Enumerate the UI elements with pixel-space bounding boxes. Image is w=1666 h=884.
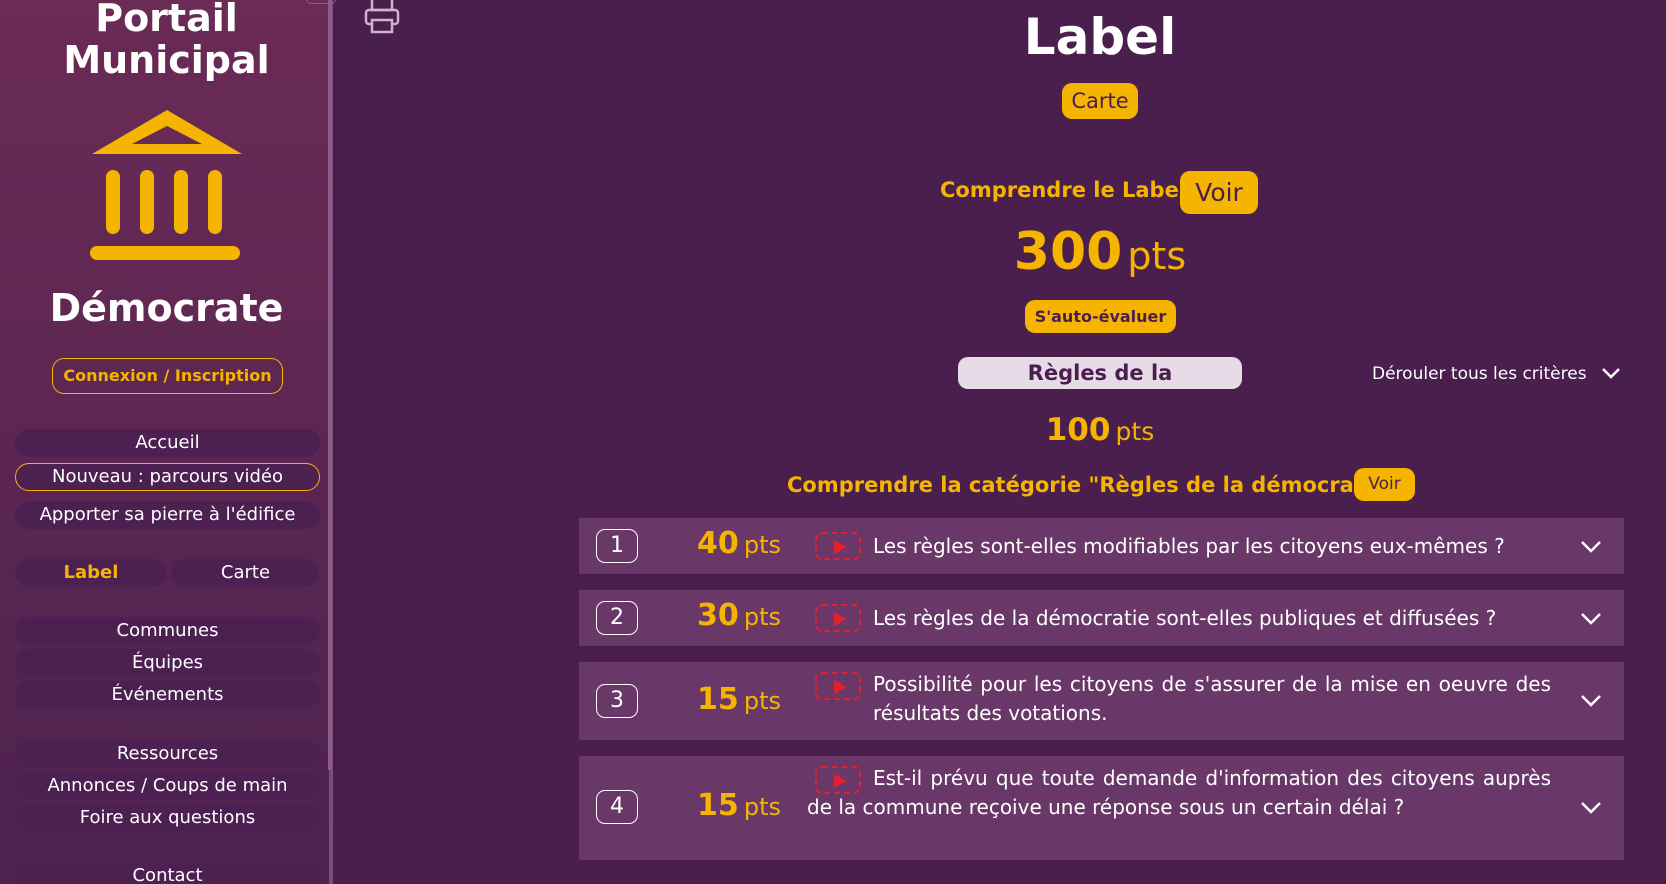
nav-contact[interactable]: Contact [15,862,320,884]
chevron-down-icon [1602,368,1620,379]
criterion-number: 3 [596,684,638,718]
sidebar: Portail Municipal Démocrate Connexion / … [0,0,336,884]
criterion-row[interactable]: 4 15 pts Est-il prévu que toute demande … [579,756,1624,860]
criterion-number: 2 [596,601,638,635]
brand-name: Démocrate [49,286,284,330]
criterion-points: 30 pts [679,598,799,633]
login-register-button[interactable]: Connexion / Inscription [52,358,283,394]
criterion-points: 15 pts [679,788,799,823]
criterion-number: 4 [596,790,638,824]
nav-video-path[interactable]: Nouveau : parcours vidéo [15,463,320,491]
nav-map-tab[interactable]: Carte [172,559,319,587]
portal-title-line1: Portail [95,0,238,40]
total-points-unit: pts [1127,234,1187,278]
criterion-text: Les règles de la démocratie sont-elles p… [873,606,1497,630]
chevron-down-icon[interactable] [1579,539,1603,555]
nav-teams[interactable]: Équipes [15,649,320,677]
nav-contribute[interactable]: Apporter sa pierre à l'édifice [15,501,320,529]
video-play-icon[interactable] [815,672,861,700]
criterion-points-unit: pts [743,531,781,559]
criterion-points-unit: pts [743,603,781,631]
criterion-points: 15 pts [679,682,799,717]
page-title: Label [1023,8,1177,66]
video-play-icon[interactable] [815,604,861,632]
criterion-points-value: 15 [697,788,739,823]
nav-home[interactable]: Accueil [15,429,320,457]
chevron-down-icon[interactable] [1579,611,1603,627]
printer-icon[interactable] [363,0,401,34]
understand-label-text: Comprendre le Label [940,178,1187,202]
town-hall-icon [90,110,242,260]
total-points-value: 300 [1013,222,1123,282]
criterion-number: 1 [596,529,638,563]
criterion-points-value: 40 [697,526,739,561]
map-button[interactable]: Carte [1062,83,1138,119]
expand-all-label: Dérouler tous les critères [1372,364,1587,384]
criterion-row[interactable]: 3 15 pts Possibilité pour les citoyens d… [579,662,1624,740]
view-category-button[interactable]: Voir [1354,468,1415,501]
criterion-text: Les règles sont-elles modifiables par le… [873,534,1505,558]
nav-label-tab[interactable]: Label [15,559,167,587]
criterion-points-value: 30 [697,598,739,633]
nav-faq[interactable]: Foire aux questions [15,804,320,832]
criterion-points-unit: pts [743,793,781,821]
category-points: 100 pts [900,412,1300,448]
criterion-text: Est-il prévu que toute demande d'informa… [807,766,1551,819]
video-play-icon[interactable] [815,532,861,560]
nav-resources[interactable]: Ressources [15,740,320,768]
criterion-row[interactable]: 2 30 pts Les règles de la démocratie son… [579,590,1624,646]
category-points-value: 100 [1045,412,1111,448]
criterion-points-value: 15 [697,682,739,717]
criterion-text: Possibilité pour les citoyens de s'assur… [873,672,1551,725]
nav-communes[interactable]: Communes [15,617,320,645]
criterion-points: 40 pts [679,526,799,561]
criterion-points-unit: pts [743,687,781,715]
total-points: 300 pts [900,222,1300,282]
nav-events[interactable]: Événements [15,681,320,709]
category-badge: Règles de la démocratie [958,357,1242,417]
chevron-down-icon[interactable] [1579,693,1603,709]
view-label-button[interactable]: Voir [1180,171,1258,214]
understand-category-text: Comprendre la catégorie "Règles de la dé… [787,473,1397,497]
sidebar-scrollbar[interactable] [328,0,332,770]
expand-all-criteria[interactable]: Dérouler tous les critères [1372,364,1620,384]
chevron-down-icon[interactable] [1579,800,1603,816]
criterion-row[interactable]: 1 40 pts Les règles sont-elles modifiabl… [579,518,1624,574]
nav-announcements[interactable]: Annonces / Coups de main [15,772,320,800]
portal-title-line2: Municipal [63,38,270,82]
self-assess-button[interactable]: S'auto-évaluer [1025,300,1176,333]
category-points-unit: pts [1115,417,1155,446]
